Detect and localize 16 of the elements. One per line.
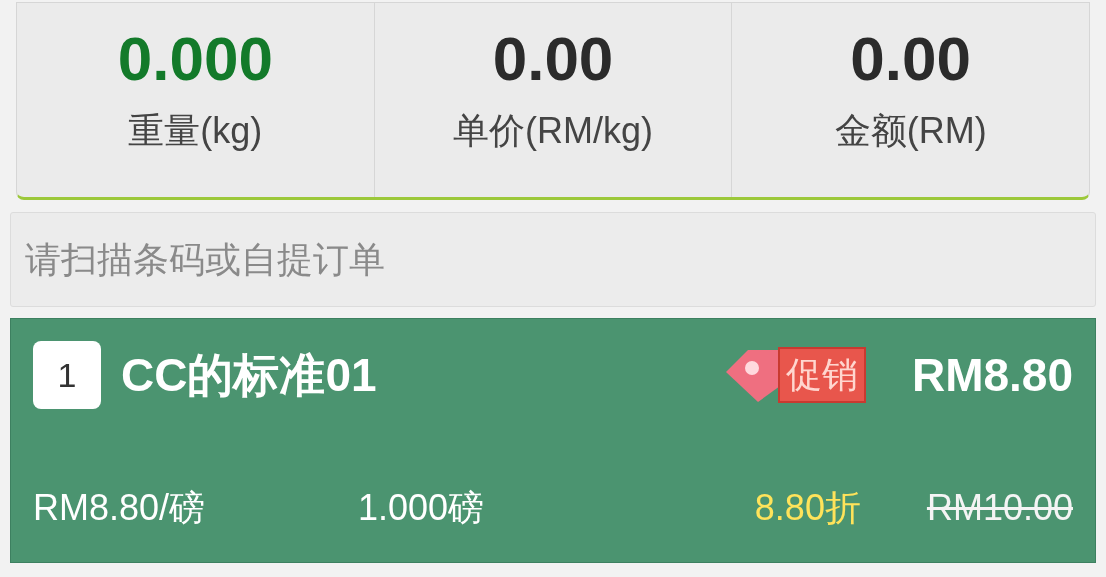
readout-value: 0.00 [492,23,614,95]
unit-price: RM8.80/磅 [33,486,207,530]
readout-label: 单价(RM/kg) [453,109,653,153]
original-price: RM10.00 [926,486,1073,530]
item-price: RM8.80 [911,347,1073,403]
search-field[interactable]: 请扫描条码或自提订单 [10,212,1096,307]
item-name: CC的标准01 [121,347,377,403]
promo-badge: 促销 [777,347,866,403]
discount: 8.80折 [754,486,861,530]
order-item-card[interactable]: 1 CC的标准01 促销 RM8.80 RM8.80/磅 1.000磅 8.80折 RM10.00 [10,318,1096,563]
readout-label: 金额(RM) [834,109,987,153]
readout-value: 0.00 [850,23,971,95]
quantity: 1.000磅 [358,486,485,530]
item-index: 1 [33,341,101,409]
readout-label: 重量(kg) [128,109,263,153]
readout-value: 0.000 [117,23,273,95]
